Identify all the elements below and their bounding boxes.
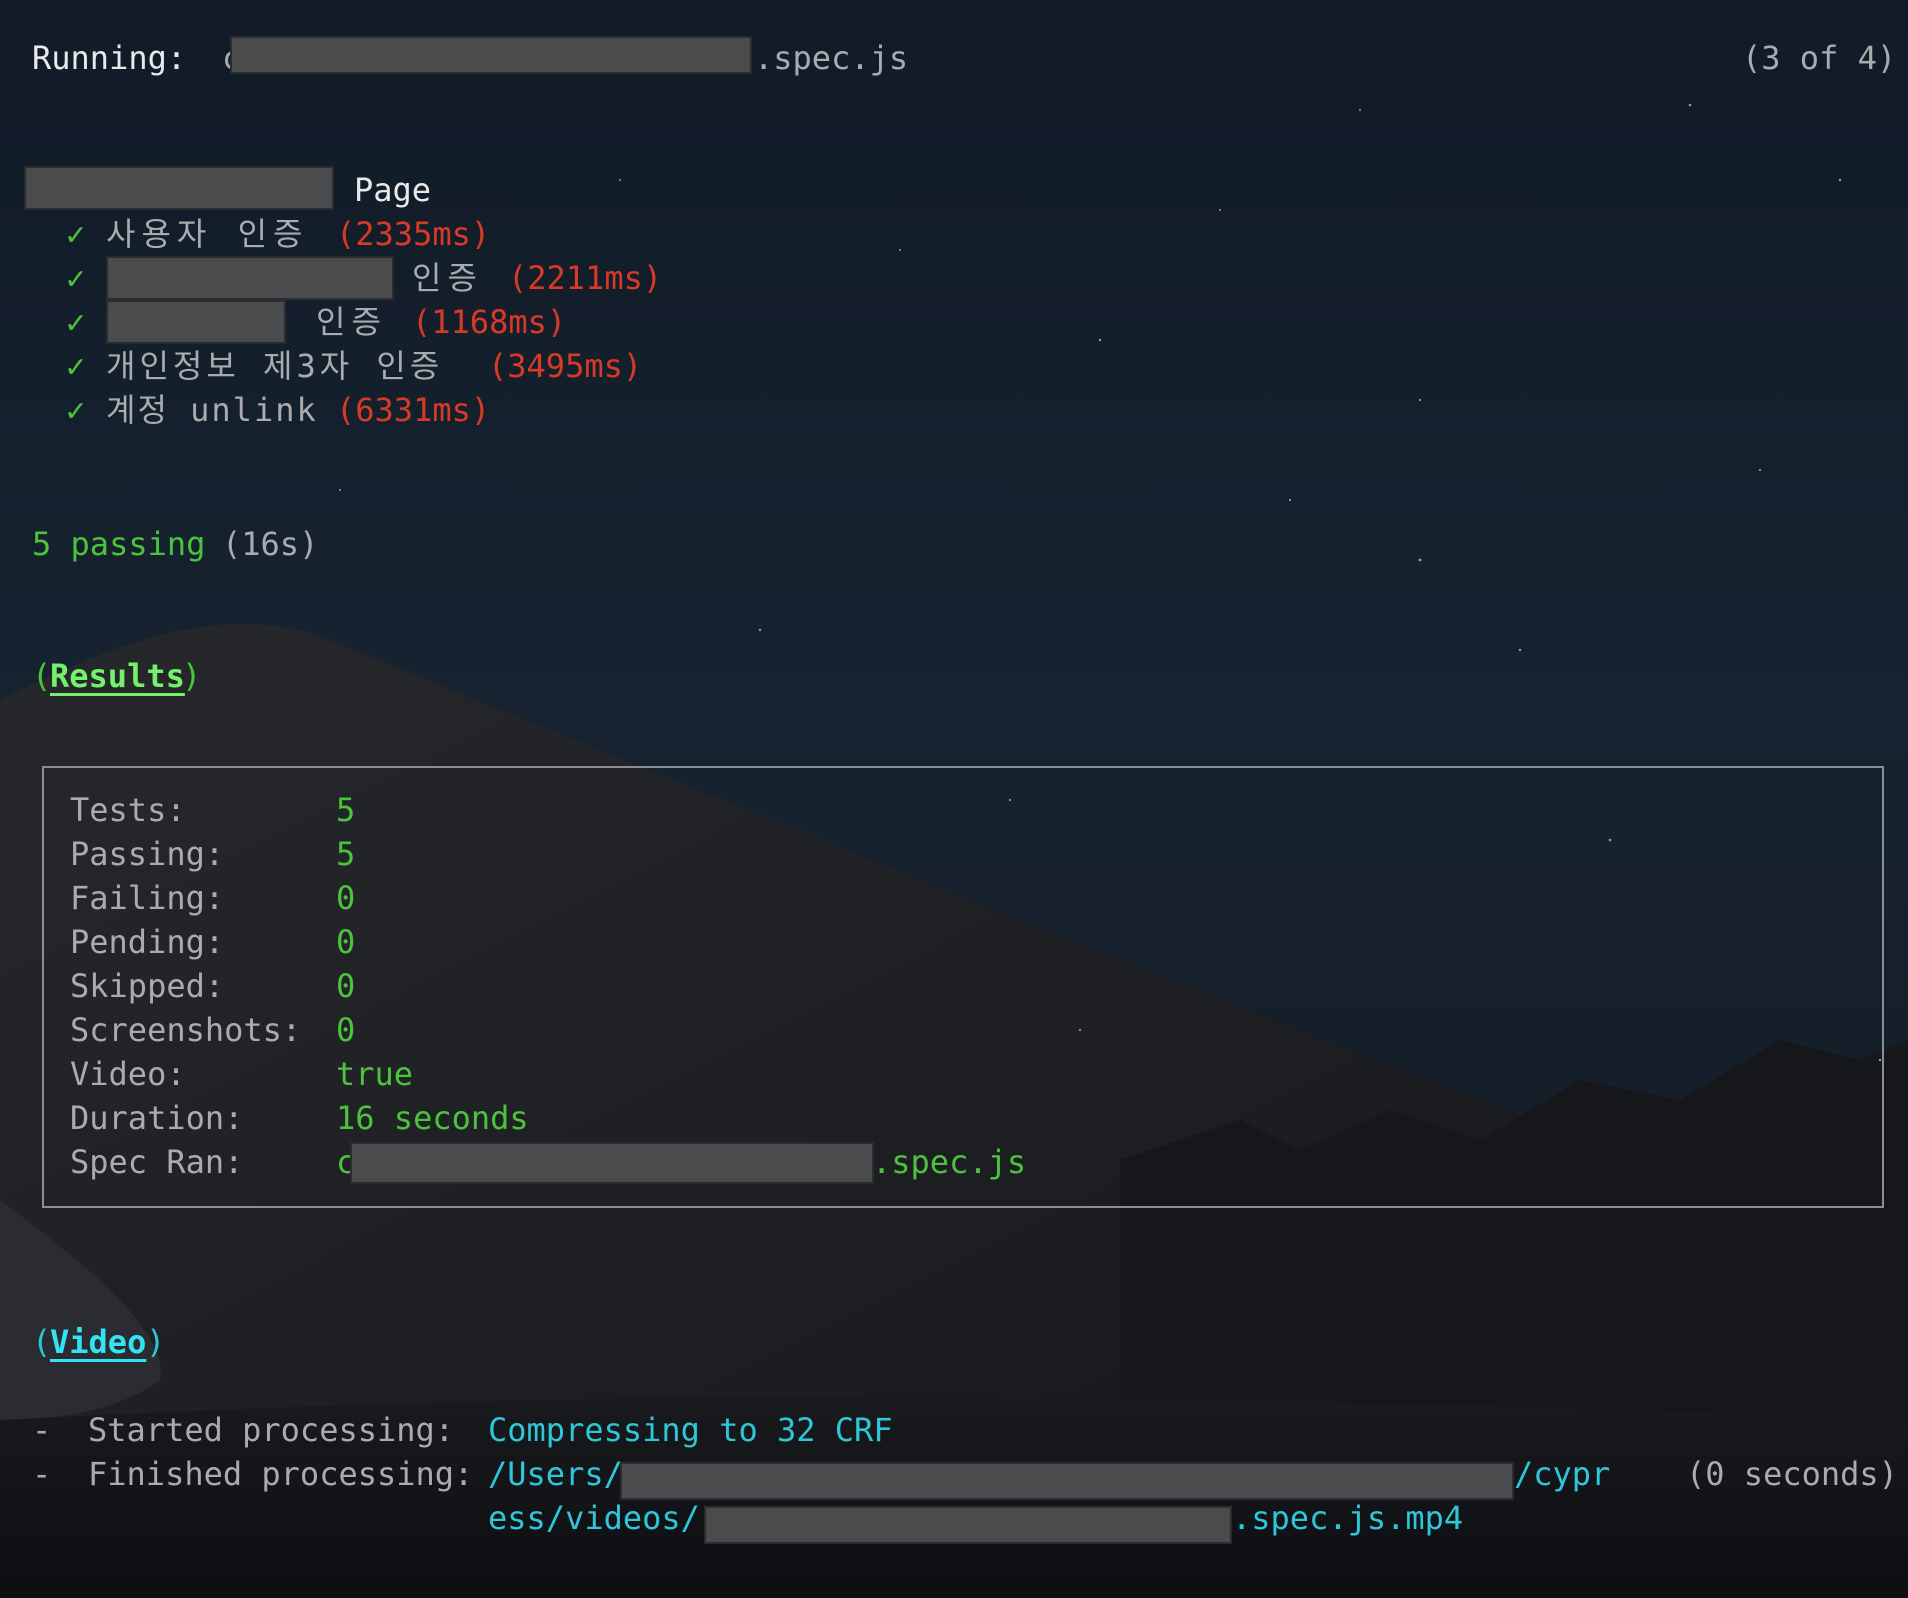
results-key-pending: Pending: (70, 923, 225, 961)
suite-title: Page (354, 171, 432, 209)
results-value-passing: 5 (336, 835, 356, 873)
check-icon: ✓ (66, 259, 86, 297)
finished-label: Finished processing: (88, 1455, 474, 1493)
finished-time: (0 seconds) (1686, 1455, 1898, 1493)
test-duration: (3495ms) (488, 347, 643, 385)
video-heading-open: ( (32, 1323, 52, 1361)
test-duration: (1168ms) (412, 303, 567, 341)
results-value-video: true (336, 1055, 414, 1093)
passing-count: 5 passing (32, 525, 206, 563)
test-label: 사용자 인증 (106, 215, 309, 253)
redacted-suite-name (24, 166, 334, 210)
passing-time: (16s) (222, 525, 319, 563)
redacted-spec-ran (350, 1142, 874, 1184)
video-heading: Video (50, 1323, 147, 1361)
check-icon: ✓ (66, 347, 86, 385)
started-value: Compressing to 32 CRF (488, 1411, 893, 1449)
check-icon: ✓ (66, 391, 86, 429)
test-duration: (2335ms) (336, 215, 491, 253)
finished-path-mid: /cypr (1514, 1455, 1611, 1493)
finished-path-line2-suffix: .spec.js.mp4 (1232, 1499, 1464, 1537)
results-key-failing: Failing: (70, 879, 225, 917)
running-label: Running: (32, 39, 187, 77)
finished-path-prefix: /Users/ (488, 1455, 623, 1493)
redacted-test-name (106, 256, 394, 300)
results-heading-close: ) (182, 657, 202, 695)
results-key-video: Video: (70, 1055, 186, 1093)
test-label: 계정 unlink (106, 391, 318, 429)
results-table (42, 766, 1884, 1208)
results-heading-open: ( (32, 657, 52, 695)
test-label: 인증 (412, 259, 483, 297)
spec-filename-suffix: .spec.js (754, 39, 909, 77)
finished-path-line2-prefix: ess/videos/ (488, 1499, 700, 1537)
results-key-passing: Passing: (70, 835, 225, 873)
results-key-duration: Duration: (70, 1099, 244, 1137)
redacted-spec-name (230, 36, 752, 74)
test-duration: (6331ms) (336, 391, 491, 429)
redacted-video-filename (704, 1506, 1232, 1544)
results-key-screenshots: Screenshots: (70, 1011, 302, 1049)
results-value-screenshots: 0 (336, 1011, 356, 1049)
results-heading: Results (50, 657, 185, 695)
results-key-spec-ran: Spec Ran: (70, 1143, 244, 1181)
test-label: 인증 (316, 303, 387, 341)
finished-dash: - (32, 1455, 52, 1493)
video-heading-close: ) (146, 1323, 166, 1361)
results-value-failing: 0 (336, 879, 356, 917)
test-label: 개인정보 제3자 인증 (106, 347, 444, 385)
results-value-tests: 5 (336, 791, 356, 829)
started-label: Started processing: (88, 1411, 455, 1449)
check-icon: ✓ (66, 215, 86, 253)
redacted-video-path (620, 1462, 1514, 1500)
results-value-spec-ran-suffix: .spec.js (872, 1143, 1027, 1181)
started-dash: - (32, 1411, 52, 1449)
check-icon: ✓ (66, 303, 86, 341)
test-duration: (2211ms) (508, 259, 663, 297)
results-value-skipped: 0 (336, 967, 356, 1005)
results-value-pending: 0 (336, 923, 356, 961)
run-progress: (3 of 4) (1742, 39, 1897, 77)
results-value-duration: 16 seconds (336, 1099, 529, 1137)
redacted-test-name (106, 300, 286, 344)
results-key-tests: Tests: (70, 791, 186, 829)
results-key-skipped: Skipped: (70, 967, 225, 1005)
